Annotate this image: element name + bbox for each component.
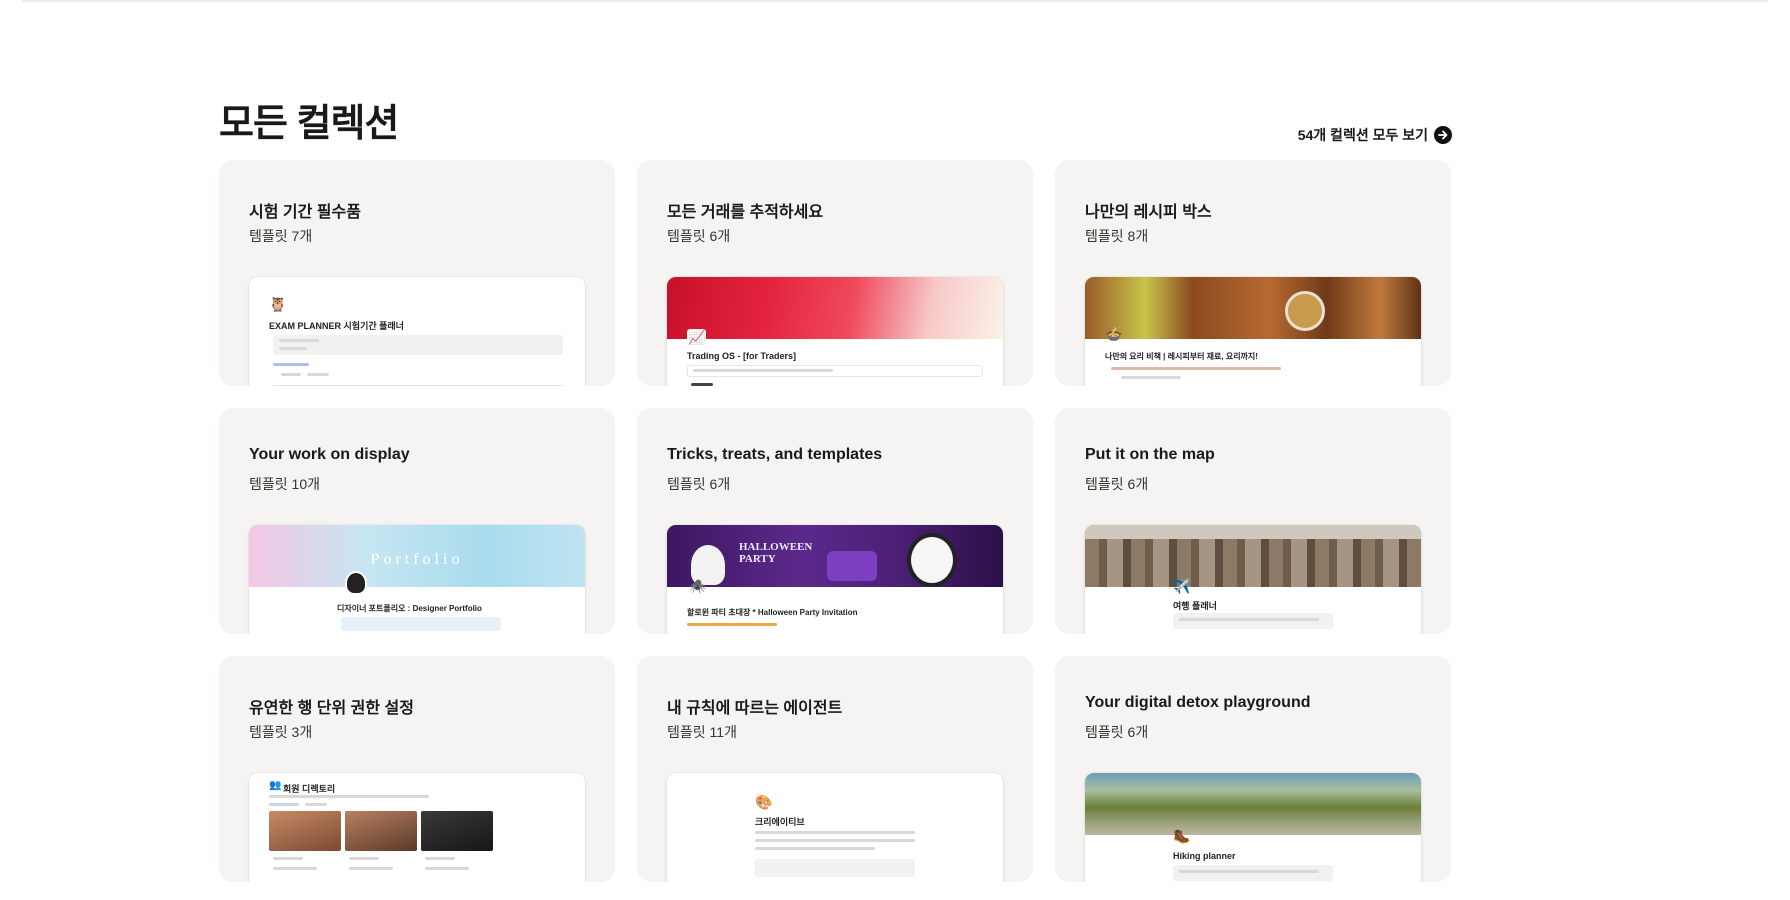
card-title: Your digital detox playground: [1085, 694, 1311, 711]
banner-text: HALLOWEEN PARTY: [739, 541, 813, 565]
preview-title: EXAM PLANNER 시험기간 플래너: [269, 321, 404, 331]
top-divider: [22, 0, 1768, 2]
card-preview: 🥾 Hiking planner: [1085, 773, 1421, 882]
preview-title: 회원 디렉토리: [283, 784, 336, 794]
chart-icon: 📈: [687, 329, 707, 345]
card-title: Your work on display: [249, 446, 410, 463]
card-title: 내 규칙에 따르는 에이전트: [667, 700, 843, 717]
people-icon: 👥: [269, 780, 282, 791]
card-preview: Portfolio 디자이너 포트폴리오 : Designer Portfoli…: [249, 525, 585, 634]
maple-banner: [667, 277, 1003, 339]
see-all-label: 54개 컬렉션 모두 보기: [1297, 127, 1428, 143]
member-photo: [345, 811, 417, 851]
card-title: 모든 거래를 추적하세요: [667, 204, 824, 221]
cooking-pot-icon: 🍲: [1105, 326, 1123, 342]
hiking-boot-icon: 🥾: [1173, 828, 1191, 844]
card-count: 템플릿 7개: [249, 228, 313, 244]
all-collections-section: 모든 컬렉션 54개 컬렉션 모두 보기 시험 기간 필수품 템플릿 7개 🦉 …: [219, 98, 1452, 882]
preview-title: 할로윈 파티 초대장 * Halloween Party Invitation: [687, 608, 858, 617]
card-count: 템플릿 3개: [249, 724, 313, 740]
arrow-right-icon: [1434, 126, 1452, 144]
landscape-banner: [1085, 773, 1421, 835]
card-title: Put it on the map: [1085, 446, 1215, 463]
card-title: 유연한 행 단위 권한 설정: [249, 700, 414, 717]
card-count: 템플릿 11개: [667, 724, 737, 740]
avatar-icon: [345, 571, 367, 595]
card-count: 템플릿 10개: [249, 476, 320, 492]
collection-card-detox[interactable]: Your digital detox playground 템플릿 6개 🥾 H…: [1055, 656, 1451, 882]
section-header: 모든 컬렉션 54개 컬렉션 모두 보기: [219, 98, 1452, 160]
preview-title: 나만의 요리 비책 | 레시피부터 재료, 요리까지!: [1105, 352, 1258, 361]
card-count: 템플릿 6개: [667, 476, 731, 492]
collection-card-exam[interactable]: 시험 기간 필수품 템플릿 7개 🦉 EXAM PLANNER 시험기간 플래너: [219, 160, 615, 386]
collection-card-permissions[interactable]: 유연한 행 단위 권한 설정 템플릿 3개 👥 회원 디렉토리: [219, 656, 615, 882]
see-all-collections-link[interactable]: 54개 컬렉션 모두 보기: [1298, 125, 1452, 145]
card-preview: HALLOWEEN PARTY 🕷️ 할로윈 파티 초대장 * Hallowee…: [667, 525, 1003, 634]
collection-card-travel[interactable]: Put it on the map 템플릿 6개 ✈️ 여행 플래너: [1055, 408, 1451, 634]
preview-title: 크리에이티브: [755, 817, 805, 827]
collection-card-portfolio[interactable]: Your work on display 템플릿 10개 Portfolio 디…: [219, 408, 615, 634]
card-preview: 📈 Trading OS - [for Traders]: [667, 277, 1003, 386]
card-count: 템플릿 6개: [1085, 724, 1149, 740]
banner-text: Portfolio: [370, 551, 464, 568]
palette-icon: 🎨: [755, 794, 773, 810]
collection-card-halloween[interactable]: Tricks, treats, and templates 템플릿 6개 HAL…: [637, 408, 1033, 634]
preview-title: Trading OS - [for Traders]: [687, 351, 797, 361]
card-count: 템플릿 6개: [1085, 476, 1149, 492]
card-preview: 👥 회원 디렉토리: [249, 773, 585, 882]
card-preview: 🦉 EXAM PLANNER 시험기간 플래너: [249, 277, 585, 386]
card-count: 템플릿 8개: [1085, 228, 1149, 244]
card-title: 시험 기간 필수품: [249, 204, 361, 221]
food-banner: [1085, 277, 1421, 339]
airplane-icon: ✈️: [1173, 578, 1191, 594]
collection-card-agent[interactable]: 내 규칙에 따르는 에이전트 템플릿 11개 🎨 크리에이티브: [637, 656, 1033, 882]
preview-title: Hiking planner: [1173, 851, 1236, 861]
collection-card-recipe[interactable]: 나만의 레시피 박스 템플릿 8개 🍲 나만의 요리 비책 | 레시피부터 재료…: [1055, 160, 1451, 386]
preview-title: 여행 플래너: [1173, 601, 1217, 611]
member-photo: [269, 811, 341, 851]
card-title: 나만의 레시피 박스: [1085, 204, 1212, 221]
card-title: Tricks, treats, and templates: [667, 446, 883, 463]
owl-scholar-icon: 🦉: [269, 296, 287, 312]
member-photo: [421, 811, 493, 851]
collection-card-trading[interactable]: 모든 거래를 추적하세요 템플릿 6개 📈 Trading OS - [for …: [637, 160, 1033, 386]
section-title: 모든 컬렉션: [219, 103, 399, 145]
card-preview: ✈️ 여행 플래너: [1085, 525, 1421, 634]
skull-icon: [907, 533, 957, 587]
card-preview: 🍲 나만의 요리 비책 | 레시피부터 재료, 요리까지!: [1085, 277, 1421, 386]
preview-title: 디자이너 포트폴리오 : Designer Portfolio: [337, 604, 482, 613]
card-preview: 🎨 크리에이티브: [667, 773, 1003, 882]
card-count: 템플릿 6개: [667, 228, 731, 244]
spider-icon: 🕷️: [689, 578, 707, 594]
